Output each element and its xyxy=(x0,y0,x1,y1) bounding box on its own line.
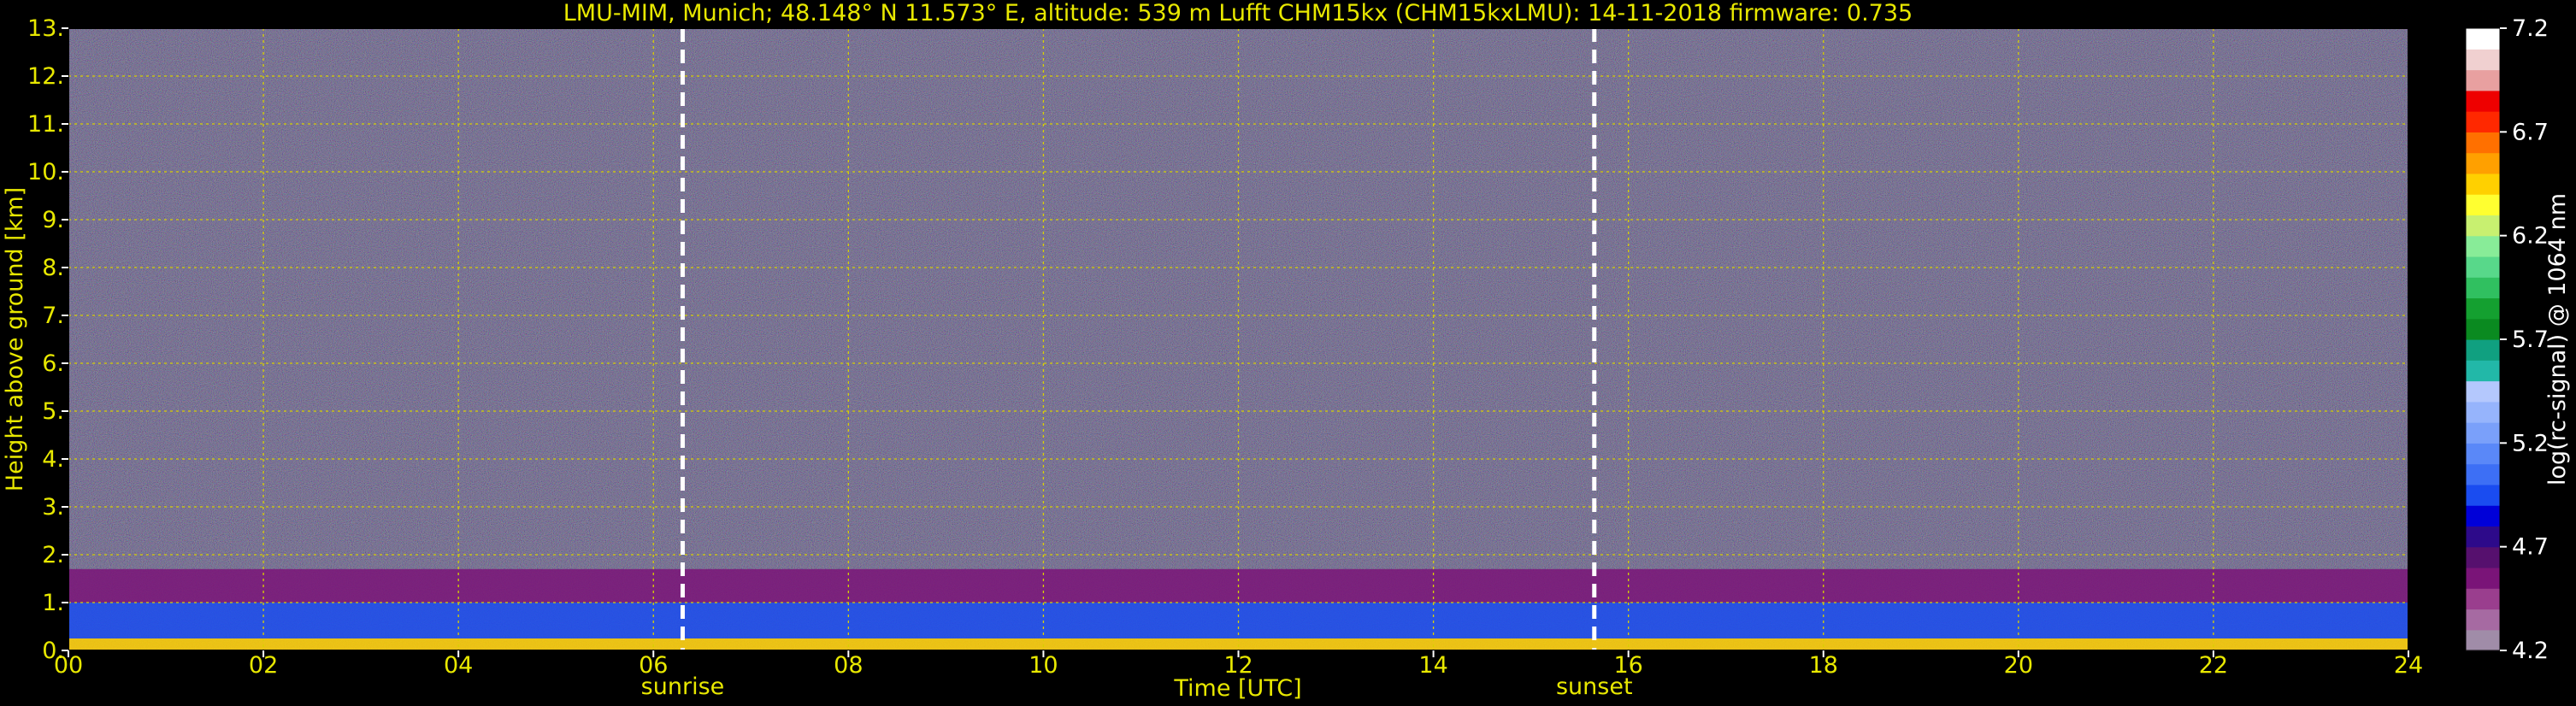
colorbar-segment-25 xyxy=(2466,111,2500,132)
plot-area xyxy=(68,27,2409,651)
colorbar-segment-8 xyxy=(2466,463,2500,485)
y-tick-label-3: 3. xyxy=(42,494,64,521)
colorbar-segment-20 xyxy=(2466,215,2500,237)
y-tick-label-7: 7. xyxy=(42,303,64,329)
y-tick-label-12: 12. xyxy=(27,63,64,90)
x-tick-label-11: 22 xyxy=(2199,652,2228,679)
colorbar-tick-label-6: 7.2 xyxy=(2512,15,2549,42)
colorbar-segment-19 xyxy=(2466,235,2500,257)
x-axis-label: Time [UTC] xyxy=(1173,675,1301,702)
colorbar-segment-27 xyxy=(2466,69,2500,91)
colorbar-segment-12 xyxy=(2466,380,2500,403)
colorbar-segment-11 xyxy=(2466,401,2500,423)
colorbar-segment-7 xyxy=(2466,484,2500,506)
colorbar-tick-label-0: 4.2 xyxy=(2512,638,2549,664)
colorbar-segment-24 xyxy=(2466,132,2500,154)
x-tick-label-1: 02 xyxy=(249,652,278,679)
y-tick-label-2: 2. xyxy=(42,542,64,568)
y-tick-label-1: 1. xyxy=(42,590,64,616)
y-axis-label: Height above ground [km] xyxy=(2,187,28,491)
x-tick-label-5: 10 xyxy=(1029,652,1058,679)
y-tick-label-8: 8. xyxy=(42,255,64,281)
y-tick-label-13: 13. xyxy=(27,15,64,42)
colorbar-segment-9 xyxy=(2466,443,2500,465)
y-tick-label-4: 4. xyxy=(42,446,64,473)
colorbar-tick-label-2: 5.2 xyxy=(2512,430,2549,456)
ceilometer-figure: LMU-MIM, Munich; 48.148° N 11.573° E, al… xyxy=(2,0,2571,702)
colorbar-segment-28 xyxy=(2466,49,2500,71)
x-tick-label-2: 04 xyxy=(444,652,473,679)
colorbar-segment-3 xyxy=(2466,567,2500,589)
x-tick-label-7: 14 xyxy=(1418,652,1447,679)
colorbar-tick-label-1: 4.7 xyxy=(2512,534,2549,561)
x-tick-label-9: 18 xyxy=(1809,652,1838,679)
y-axis: 0. 1. 2. 3. 4. 5. 6. 7. 8. 9. 10. 11. 12. 13. xyxy=(27,15,68,664)
colorbar-segment-10 xyxy=(2466,422,2500,444)
colorbar-segment-1 xyxy=(2466,609,2500,631)
y-tick-label-10: 10. xyxy=(27,159,64,185)
colorbar-segment-21 xyxy=(2466,194,2500,215)
colorbar: 4.2 4.7 5.2 5.7 6.2 6.7 7.2 xyxy=(2465,15,2549,664)
colorbar-label: log(rc-signal) @ 1064 nm xyxy=(2544,193,2571,485)
colorbar-segment-13 xyxy=(2466,360,2500,382)
colorbar-segment-26 xyxy=(2466,90,2500,112)
colorbar-segment-15 xyxy=(2466,318,2500,340)
colorbar-tick-label-4: 6.2 xyxy=(2512,223,2549,250)
colorbar-segment-16 xyxy=(2466,297,2500,320)
y-tick-label-5: 5. xyxy=(42,398,64,425)
colorbar-segment-18 xyxy=(2466,256,2500,278)
x-tick-label-10: 20 xyxy=(2004,652,2033,679)
y-tick-label-6: 6. xyxy=(42,350,64,377)
colorbar-tick-label-3: 5.7 xyxy=(2512,327,2549,353)
colorbar-segment-14 xyxy=(2466,339,2500,361)
colorbar-segment-5 xyxy=(2466,526,2500,548)
colorbar-segment-6 xyxy=(2466,505,2500,527)
colorbar-segment-4 xyxy=(2466,546,2500,568)
chart-title: LMU-MIM, Munich; 48.148° N 11.573° E, al… xyxy=(563,0,1913,26)
colorbar-segment-17 xyxy=(2466,277,2500,299)
colorbar-segment-29 xyxy=(2466,28,2500,50)
y-tick-label-0: 0. xyxy=(42,638,64,664)
y-tick-label-11: 11. xyxy=(27,111,64,138)
sunset-label: sunset xyxy=(1556,674,1633,700)
colorbar-segment-22 xyxy=(2466,173,2500,195)
x-tick-label-12: 24 xyxy=(2394,652,2423,679)
y-tick-label-9: 9. xyxy=(42,207,64,233)
sunrise-label: sunrise xyxy=(641,674,725,700)
x-tick-label-4: 08 xyxy=(834,652,863,679)
colorbar-segment-23 xyxy=(2466,152,2500,174)
colorbar-tick-label-5: 6.7 xyxy=(2512,119,2549,145)
colorbar-segment-2 xyxy=(2466,588,2500,610)
colorbar-segment-0 xyxy=(2466,629,2500,651)
